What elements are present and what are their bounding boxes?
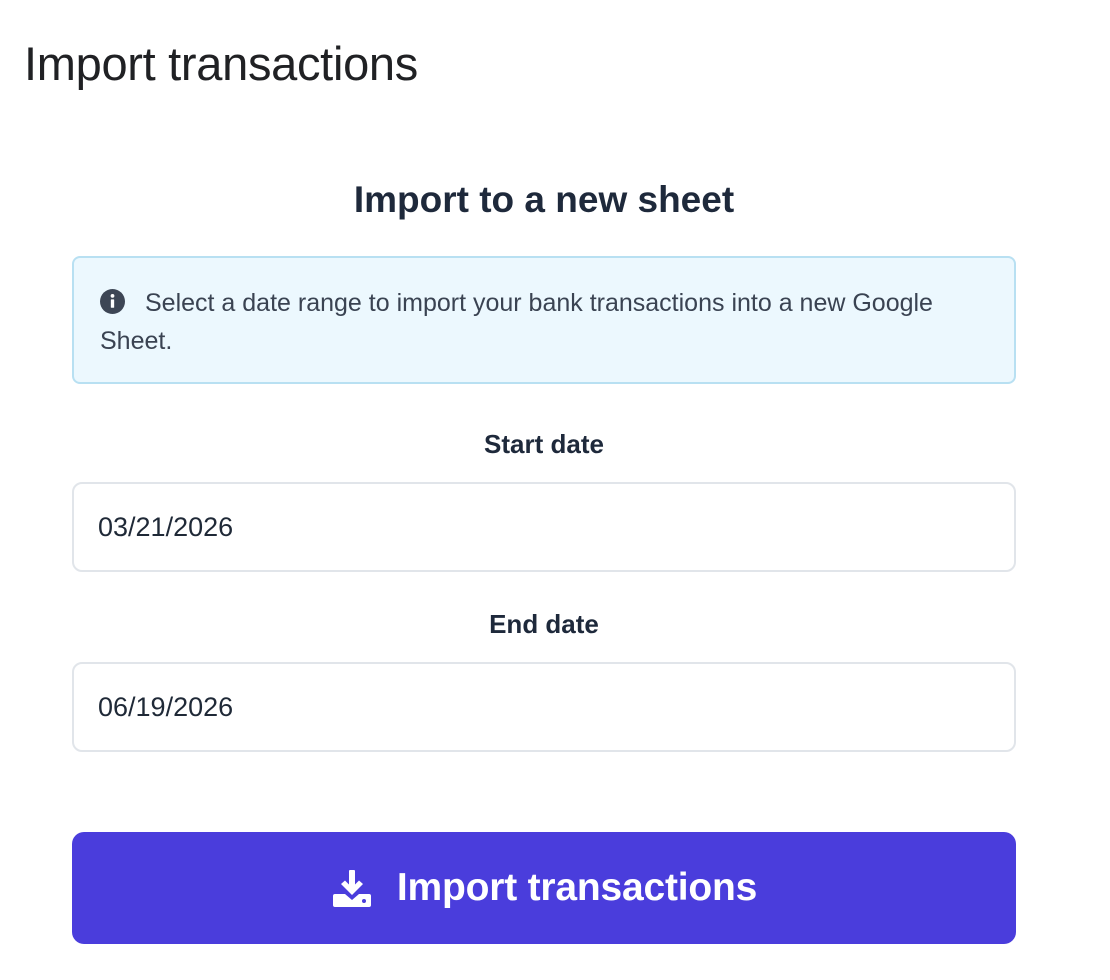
end-date-label: End date	[489, 609, 599, 639]
section-heading: Import to a new sheet	[353, 179, 735, 220]
start-date-input[interactable]	[72, 482, 1016, 572]
import-transactions-button[interactable]: Import transactions	[72, 832, 1016, 944]
download-icon	[332, 870, 371, 907]
info-icon	[100, 289, 125, 314]
import-button-label: Import transactions	[396, 866, 758, 909]
import-panel: Import to a new sheet Select a date rang…	[72, 0, 1016, 980]
info-callout: Select a date range to import your bank …	[72, 256, 1016, 384]
start-date-label: Start date	[484, 429, 604, 459]
end-date-input[interactable]	[72, 662, 1016, 752]
info-message: Select a date range to import your bank …	[100, 289, 933, 355]
